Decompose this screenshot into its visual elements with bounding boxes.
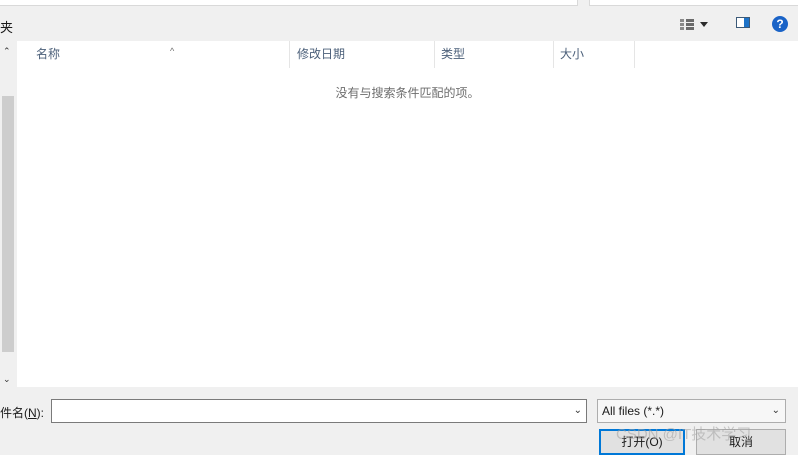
column-label-name: 名称	[36, 47, 61, 61]
chevron-down-icon[interactable]	[700, 21, 708, 27]
empty-results-message: 没有与搜索条件匹配的项。	[335, 86, 480, 100]
cancel-button[interactable]: 取消	[696, 429, 786, 455]
dialog-footer: 件名(N): ⌄ All files (*.*) ⌄ 打开(O) 取消 CSDN…	[0, 387, 798, 455]
help-icon[interactable]: ?	[772, 16, 788, 32]
file-type-select[interactable]: All files (*.*) ⌄	[597, 399, 786, 423]
search-input[interactable]	[589, 0, 798, 6]
sort-ascending-icon: ^	[170, 46, 175, 56]
chevron-down-icon: ⌄	[771, 405, 780, 416]
nav-pane-scrollbar[interactable]: ⌃ ⌄	[0, 41, 16, 387]
scroll-up-icon[interactable]: ⌃	[3, 47, 11, 56]
top-strip	[0, 0, 798, 8]
toolbar: 夹 ?	[0, 8, 798, 41]
details-view-icon	[680, 18, 694, 30]
scrollbar-thumb[interactable]	[2, 96, 14, 352]
column-header-name[interactable]: 名称 ^	[30, 41, 290, 68]
column-headers: 名称 ^ 修改日期 类型 大小	[17, 41, 798, 68]
chevron-down-icon[interactable]: ⌄	[574, 405, 582, 416]
breadcrumb[interactable]: 夹	[0, 17, 13, 36]
file-list[interactable]: 名称 ^ 修改日期 类型 大小 没有与搜索条件匹配的项。	[17, 41, 798, 387]
file-type-selected: All files (*.*)	[602, 404, 665, 418]
open-button[interactable]: 打开(O)	[599, 429, 685, 455]
address-bar[interactable]	[0, 0, 548, 6]
column-header-type[interactable]: 类型	[435, 41, 554, 68]
column-header-modified[interactable]: 修改日期	[291, 41, 435, 68]
change-view-button[interactable]	[680, 16, 708, 32]
filename-label: 件名(N):	[0, 406, 45, 420]
column-header-size[interactable]: 大小	[554, 41, 635, 68]
address-refresh-button[interactable]	[545, 0, 578, 6]
preview-pane-button[interactable]	[736, 17, 750, 28]
scroll-down-icon[interactable]: ⌄	[3, 375, 11, 384]
filename-input[interactable]: ⌄	[51, 399, 587, 423]
